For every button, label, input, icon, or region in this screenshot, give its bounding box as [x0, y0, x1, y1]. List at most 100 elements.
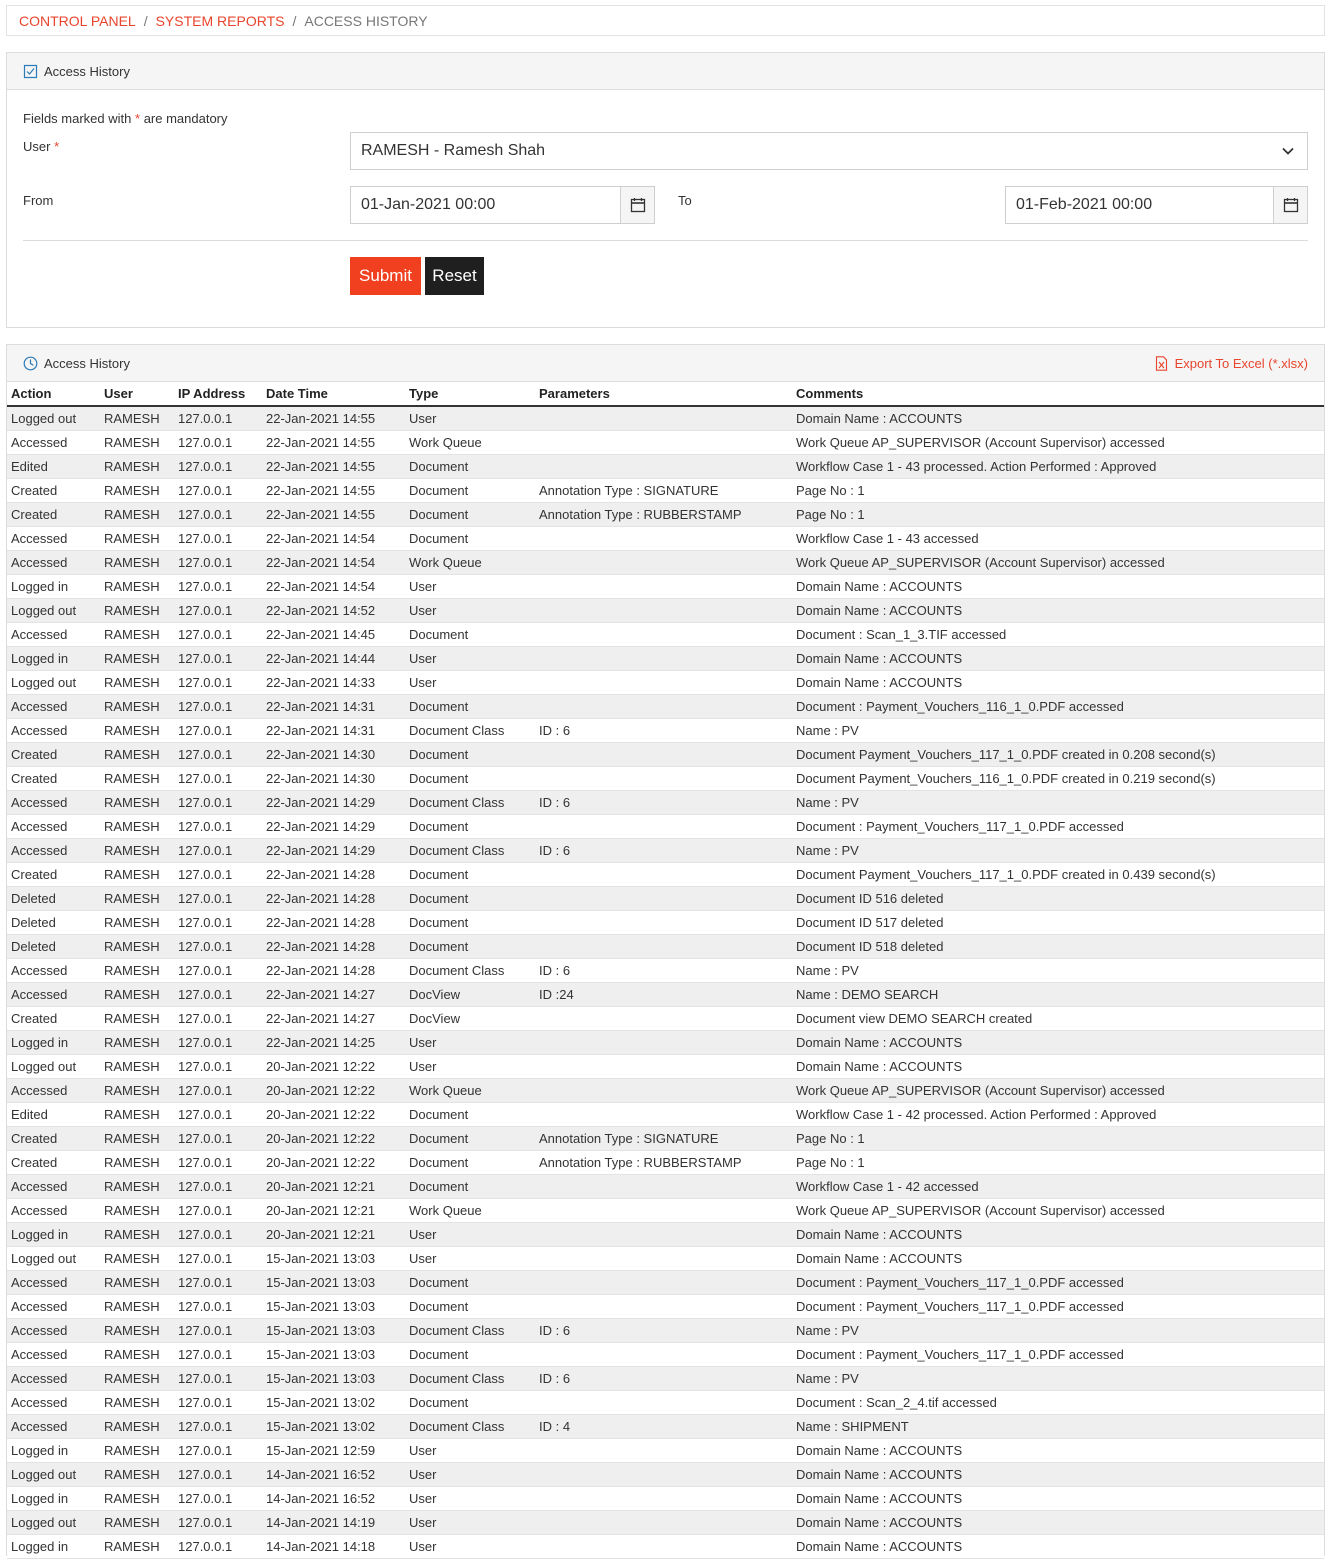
table-row[interactable]: Accessed RAMESH 127.0.0.1 15-Jan-2021 13:02…: [7, 1390, 1324, 1414]
cell-comments: Work Queue AP_SUPERVISOR (Account Superv…: [796, 434, 1165, 450]
table-row[interactable]: Accessed RAMESH 127.0.0.1 22-Jan-2021 14:29…: [7, 838, 1324, 862]
table-row[interactable]: Logged in RAMESH 127.0.0.1 22-Jan-2021 14:2…: [7, 1030, 1324, 1054]
table-row[interactable]: Logged out RAMESH 127.0.0.1 14-Jan-2021 16:…: [7, 1462, 1324, 1486]
table-row[interactable]: Created RAMESH 127.0.0.1 20-Jan-2021 12:22 D…: [7, 1150, 1324, 1174]
cell-date-time: 15-Jan-2021 13:03: [266, 1346, 376, 1362]
table-row[interactable]: Accessed RAMESH 127.0.0.1 22-Jan-2021 14:54…: [7, 550, 1324, 574]
cell-type: User: [409, 1466, 437, 1482]
table-row[interactable]: Accessed RAMESH 127.0.0.1 22-Jan-2021 14:31…: [7, 694, 1324, 718]
cell-user: RAMESH: [104, 626, 160, 642]
table-row[interactable]: Accessed RAMESH 127.0.0.1 22-Jan-2021 14:29…: [7, 790, 1324, 814]
export-excel-link[interactable]: Export To Excel (*.xlsx): [1155, 356, 1308, 371]
table-row[interactable]: Logged in RAMESH 127.0.0.1 14-Jan-2021 16:5…: [7, 1486, 1324, 1510]
cell-type: Document: [409, 914, 469, 930]
table-row[interactable]: Accessed RAMESH 127.0.0.1 22-Jan-2021 14:28…: [7, 958, 1324, 982]
table-row[interactable]: Accessed RAMESH 127.0.0.1 22-Jan-2021 14:29…: [7, 814, 1324, 838]
table-row[interactable]: Accessed RAMESH 127.0.0.1 15-Jan-2021 13:03…: [7, 1318, 1324, 1342]
table-row[interactable]: Accessed RAMESH 127.0.0.1 15-Jan-2021 13:03…: [7, 1270, 1324, 1294]
table-row[interactable]: Created RAMESH 127.0.0.1 22-Jan-2021 14:55 D…: [7, 502, 1324, 526]
breadcrumb-system-reports[interactable]: SYSTEM REPORTS: [156, 13, 285, 29]
table-row[interactable]: Created RAMESH 127.0.0.1 22-Jan-2021 14:28 D…: [7, 862, 1324, 886]
filter-form: Fields marked with * are mandatory User …: [7, 90, 1324, 328]
table-row[interactable]: Logged in RAMESH 127.0.0.1 14-Jan-2021 14:1…: [7, 1534, 1324, 1558]
cell-date-time: 15-Jan-2021 13:02: [266, 1418, 376, 1434]
form-divider: [23, 240, 1308, 241]
table-row[interactable]: Accessed RAMESH 127.0.0.1 20-Jan-2021 12:21…: [7, 1198, 1324, 1222]
table-row[interactable]: Logged out RAMESH 127.0.0.1 22-Jan-2021 14:…: [7, 670, 1324, 694]
table-row[interactable]: Logged out RAMESH 127.0.0.1 20-Jan-2021 12:…: [7, 1054, 1324, 1078]
table-row[interactable]: Deleted RAMESH 127.0.0.1 22-Jan-2021 14:28 D…: [7, 910, 1324, 934]
cell-date-time: 20-Jan-2021 12:21: [266, 1202, 376, 1218]
table-row[interactable]: Accessed RAMESH 127.0.0.1 22-Jan-2021 14:55…: [7, 430, 1324, 454]
cell-ip-address: 127.0.0.1: [178, 506, 233, 522]
cell-date-time: 14-Jan-2021 14:18: [266, 1538, 376, 1554]
cell-parameters: [535, 694, 792, 718]
cell-type: Document: [409, 458, 469, 474]
reset-button[interactable]: Reset: [425, 257, 484, 295]
table-row[interactable]: Logged in RAMESH 127.0.0.1 22-Jan-2021 14:4…: [7, 646, 1324, 670]
to-date-input[interactable]: [1006, 187, 1273, 223]
cell-ip-address: 127.0.0.1: [178, 410, 233, 426]
from-date-field: [350, 186, 655, 224]
cell-comments: Domain Name : ACCOUNTS: [796, 1226, 963, 1242]
table-row[interactable]: Accessed RAMESH 127.0.0.1 22-Jan-2021 14:45…: [7, 622, 1324, 646]
breadcrumb-control-panel[interactable]: CONTROL PANEL: [19, 13, 136, 29]
column-header-user[interactable]: User: [100, 382, 174, 407]
table-row[interactable]: Accessed RAMESH 127.0.0.1 15-Jan-2021 13:03…: [7, 1294, 1324, 1318]
submit-button[interactable]: Submit: [350, 257, 421, 295]
table-row[interactable]: Accessed RAMESH 127.0.0.1 22-Jan-2021 14:27…: [7, 982, 1324, 1006]
user-select[interactable]: RAMESH - Ramesh Shah: [350, 132, 1308, 170]
table-row[interactable]: Logged out RAMESH 127.0.0.1 22-Jan-2021 14:…: [7, 598, 1324, 622]
cell-user: RAMESH: [104, 890, 160, 906]
table-row[interactable]: Created RAMESH 127.0.0.1 22-Jan-2021 14:55 D…: [7, 478, 1324, 502]
column-header-ip-address[interactable]: IP Address: [174, 382, 262, 407]
table-row[interactable]: Accessed RAMESH 127.0.0.1 15-Jan-2021 13:03…: [7, 1342, 1324, 1366]
table-row[interactable]: Edited RAMESH 127.0.0.1 20-Jan-2021 12:22 Do…: [7, 1102, 1324, 1126]
table-row[interactable]: Accessed RAMESH 127.0.0.1 22-Jan-2021 14:31…: [7, 718, 1324, 742]
table-row[interactable]: Logged in RAMESH 127.0.0.1 22-Jan-2021 14:5…: [7, 574, 1324, 598]
table-row[interactable]: Created RAMESH 127.0.0.1 20-Jan-2021 12:22 D…: [7, 1126, 1324, 1150]
column-header-date-time[interactable]: Date Time: [262, 382, 405, 407]
table-row[interactable]: Accessed RAMESH 127.0.0.1 22-Jan-2021 14:54…: [7, 526, 1324, 550]
table-row[interactable]: Created RAMESH 127.0.0.1 22-Jan-2021 14:30 D…: [7, 742, 1324, 766]
table-row[interactable]: Deleted RAMESH 127.0.0.1 22-Jan-2021 14:28 D…: [7, 934, 1324, 958]
cell-comments: Document view DEMO SEARCH created: [796, 1010, 1033, 1026]
cell-date-time: 22-Jan-2021 14:30: [266, 770, 376, 786]
cell-comments: Workflow Case 1 - 42 processed. Action P…: [796, 1106, 1157, 1122]
table-row[interactable]: Accessed RAMESH 127.0.0.1 15-Jan-2021 13:02…: [7, 1414, 1324, 1438]
cell-action: Edited: [11, 458, 48, 474]
table-row[interactable]: Logged in RAMESH 127.0.0.1 15-Jan-2021 12:5…: [7, 1438, 1324, 1462]
breadcrumb-separator: /: [143, 12, 148, 29]
table-row[interactable]: Accessed RAMESH 127.0.0.1 15-Jan-2021 13:03…: [7, 1366, 1324, 1390]
cell-type: User: [409, 674, 437, 690]
column-header-parameters[interactable]: Parameters: [535, 382, 792, 407]
cell-user: RAMESH: [104, 866, 160, 882]
cell-ip-address: 127.0.0.1: [178, 794, 233, 810]
cell-action: Edited: [11, 1106, 48, 1122]
cell-type: Document: [409, 818, 469, 834]
cell-ip-address: 127.0.0.1: [178, 1322, 233, 1338]
cell-user: RAMESH: [104, 1418, 160, 1434]
table-row[interactable]: Logged out RAMESH 127.0.0.1 14-Jan-2021 14:…: [7, 1510, 1324, 1534]
cell-ip-address: 127.0.0.1: [178, 746, 233, 762]
column-header-action[interactable]: Action: [7, 382, 100, 407]
table-row[interactable]: Accessed RAMESH 127.0.0.1 20-Jan-2021 12:21…: [7, 1174, 1324, 1198]
cell-parameters: [535, 886, 792, 910]
table-row[interactable]: Logged out RAMESH 127.0.0.1 15-Jan-2021 13:…: [7, 1246, 1324, 1270]
table-row[interactable]: Accessed RAMESH 127.0.0.1 20-Jan-2021 12:22…: [7, 1078, 1324, 1102]
calendar-icon[interactable]: [1273, 187, 1307, 223]
table-row[interactable]: Logged out RAMESH 127.0.0.1 22-Jan-2021 14:…: [7, 406, 1324, 430]
from-date-input[interactable]: [351, 187, 620, 223]
table-row[interactable]: Logged in RAMESH 127.0.0.1 20-Jan-2021 12:2…: [7, 1222, 1324, 1246]
table-row[interactable]: Created RAMESH 127.0.0.1 22-Jan-2021 14:27 D…: [7, 1006, 1324, 1030]
table-row[interactable]: Edited RAMESH 127.0.0.1 22-Jan-2021 14:55 Do…: [7, 454, 1324, 478]
cell-ip-address: 127.0.0.1: [178, 1442, 233, 1458]
cell-type: User: [409, 1514, 437, 1530]
cell-ip-address: 127.0.0.1: [178, 1130, 233, 1146]
table-row[interactable]: Deleted RAMESH 127.0.0.1 22-Jan-2021 14:28 D…: [7, 886, 1324, 910]
column-header-type[interactable]: Type: [405, 382, 535, 407]
table-row[interactable]: Created RAMESH 127.0.0.1 22-Jan-2021 14:30 D…: [7, 766, 1324, 790]
cell-date-time: 22-Jan-2021 14:27: [266, 986, 376, 1002]
column-header-comments[interactable]: Comments: [792, 382, 1324, 407]
calendar-icon[interactable]: [620, 187, 654, 223]
